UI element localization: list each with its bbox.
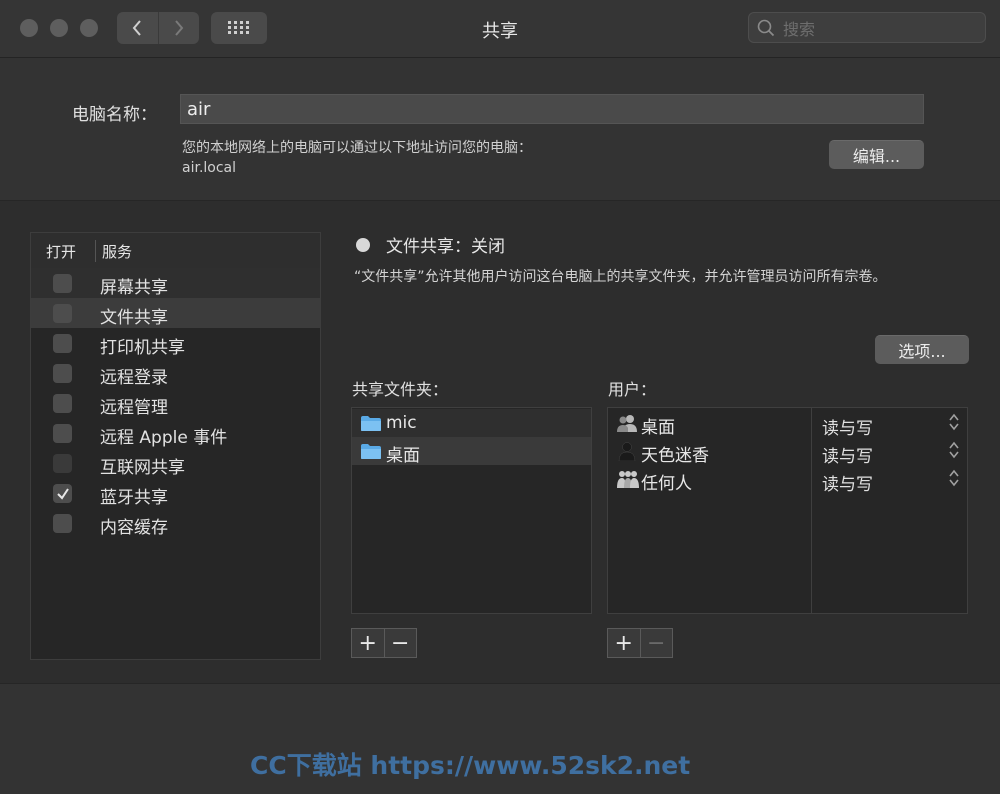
edit-button[interactable]: 编辑... <box>829 140 924 169</box>
users-label: 用户： <box>608 380 657 399</box>
computer-name-label: 电脑名称： <box>72 105 157 125</box>
add-folder-button[interactable]: + <box>352 629 384 657</box>
column-divider <box>95 240 96 262</box>
user-row[interactable]: 任何人 读与写 <box>608 465 966 495</box>
service-row[interactable]: 文件共享 <box>31 298 320 328</box>
service-label: 内容缓存 <box>100 518 168 538</box>
computer-name-section: 电脑名称： 您的本地网络上的电脑可以通过以下地址访问您的电脑： air.loca… <box>0 58 1000 201</box>
service-label: 远程登录 <box>100 368 168 388</box>
add-user-button[interactable]: + <box>608 629 640 657</box>
user-add-remove: + − <box>607 628 673 658</box>
service-row[interactable]: 屏幕共享 <box>31 268 320 298</box>
user-row[interactable]: 天色迷香 读与写 <box>608 437 966 467</box>
address-desc-text: 您的本地网络上的电脑可以通过以下地址访问您的电脑： <box>182 140 532 156</box>
remove-user-button[interactable]: − <box>639 629 673 657</box>
service-label: 蓝牙共享 <box>100 488 168 508</box>
service-checkbox[interactable] <box>53 394 72 413</box>
user-name: 任何人 <box>641 474 692 494</box>
permission-popup[interactable]: 读与写 <box>822 442 873 467</box>
service-checkbox[interactable] <box>53 274 72 293</box>
service-row[interactable]: 打印机共享 <box>31 328 320 358</box>
service-checkbox[interactable] <box>53 304 72 323</box>
service-label: 远程管理 <box>100 398 168 418</box>
folder-name: 桌面 <box>386 446 420 466</box>
folder-add-remove: + − <box>351 628 417 658</box>
search-field[interactable] <box>748 12 986 43</box>
shared-folder-row[interactable]: 桌面 <box>352 437 591 466</box>
local-hostname: air.local <box>182 160 237 176</box>
service-checkbox[interactable] <box>53 454 72 473</box>
column-header-on[interactable]: 打开 <box>46 241 76 262</box>
users-list[interactable]: 桌面 读与写 天色迷香 读与写 任何人 读与写 <box>607 407 968 614</box>
updown-chevron-icon <box>948 412 960 434</box>
remove-folder-button[interactable]: − <box>383 629 417 657</box>
service-row[interactable]: 互联网共享 <box>31 448 320 478</box>
folder-icon <box>360 443 382 464</box>
everyone-icon <box>616 469 640 493</box>
sharing-window: 共享 电脑名称： 您的本地网络上的电脑可以通过以下地址访问您的电脑： air.l… <box>0 0 1000 794</box>
service-row[interactable]: 远程登录 <box>31 358 320 388</box>
updown-chevron-icon <box>948 468 960 490</box>
service-checkbox[interactable] <box>53 364 72 383</box>
service-row[interactable]: 内容缓存 <box>31 508 320 538</box>
service-checkbox[interactable] <box>53 514 72 533</box>
service-status: 文件共享：关闭 <box>386 237 505 257</box>
service-label: 打印机共享 <box>100 338 185 358</box>
search-icon <box>757 19 775 41</box>
service-label: 文件共享 <box>100 308 168 328</box>
search-input[interactable] <box>781 18 980 40</box>
computer-address-description: 您的本地网络上的电脑可以通过以下地址访问您的电脑： air.local <box>182 138 532 178</box>
folder-icon <box>360 415 382 436</box>
updown-chevron-icon <box>948 440 960 462</box>
column-header-service[interactable]: 服务 <box>102 241 132 262</box>
permission-popup[interactable]: 读与写 <box>822 414 873 439</box>
permission-popup[interactable]: 读与写 <box>822 470 873 495</box>
user-name: 桌面 <box>641 418 675 438</box>
service-description: “文件共享”允许其他用户访问这台电脑上的共享文件夹，并允许管理员访问所有宗卷。 <box>354 269 887 285</box>
service-label: 互联网共享 <box>100 458 185 478</box>
service-label: 远程 Apple 事件 <box>100 428 228 448</box>
user-name: 天色迷香 <box>641 446 709 466</box>
status-indicator-dot <box>356 238 370 252</box>
service-row[interactable]: 远程 Apple 事件 <box>31 418 320 448</box>
service-checkbox[interactable] <box>53 334 72 353</box>
group-icon <box>616 413 638 437</box>
services-list: 打开 服务 屏幕共享文件共享打印机共享远程登录远程管理远程 Apple 事件 互联… <box>30 232 321 660</box>
shared-folders-label: 共享文件夹： <box>352 380 449 399</box>
services-list-header: 打开 服务 <box>31 233 320 269</box>
shared-folder-row[interactable]: mic <box>352 409 591 437</box>
user-icon <box>616 441 638 465</box>
options-button[interactable]: 选项... <box>875 335 969 364</box>
service-checkbox[interactable] <box>53 484 72 503</box>
service-label: 屏幕共享 <box>100 278 168 298</box>
main-area: 打开 服务 屏幕共享文件共享打印机共享远程登录远程管理远程 Apple 事件 互联… <box>0 201 1000 683</box>
service-row[interactable]: 远程管理 <box>31 388 320 418</box>
service-checkbox[interactable] <box>53 424 72 443</box>
service-row[interactable]: 蓝牙共享 <box>31 478 320 508</box>
watermark-text: CC下载站 https://www.52sk2.net <box>250 751 691 780</box>
shared-folders-list[interactable]: mic 桌面 <box>351 407 592 614</box>
folder-name: mic <box>386 413 417 433</box>
checkmark-icon <box>56 487 69 500</box>
user-row[interactable]: 桌面 读与写 <box>608 409 966 439</box>
computer-name-input[interactable] <box>180 94 924 124</box>
title-bar: 共享 <box>0 0 1000 58</box>
